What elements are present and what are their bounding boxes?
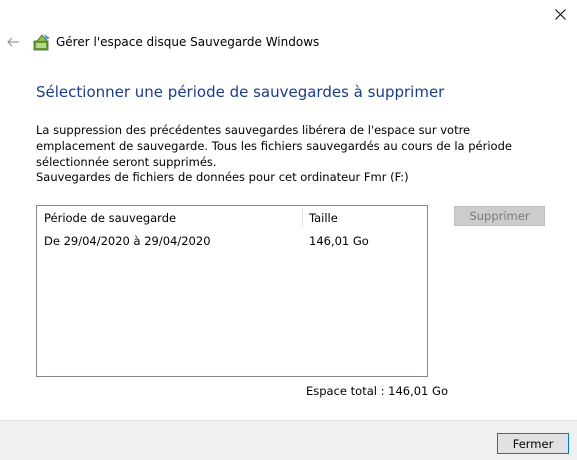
close-icon [554, 8, 566, 20]
footer-bar: Fermer [0, 420, 577, 460]
delete-button[interactable]: Supprimer [454, 206, 545, 226]
table-row[interactable]: De 29/04/2020 à 29/04/2020 146,01 Go [37, 232, 427, 252]
close-button[interactable]: Fermer [497, 433, 569, 454]
description-text: La suppression des précédentes sauvegard… [36, 123, 512, 169]
section-label: Sauvegardes de fichiers de données pour … [36, 170, 409, 184]
cell-size: 146,01 Go [309, 234, 369, 248]
column-divider[interactable] [302, 208, 303, 228]
backup-app-icon [33, 34, 50, 51]
list-header: Période de sauvegarde Taille [37, 206, 427, 230]
cell-period: De 29/04/2020 à 29/04/2020 [44, 234, 211, 248]
back-arrow-icon[interactable] [6, 35, 20, 49]
total-space-label: Espace total : 146,01 Go [306, 384, 448, 398]
column-header-size[interactable]: Taille [309, 211, 338, 225]
window-title: Gérer l'espace disque Sauvegarde Windows [56, 35, 320, 49]
column-header-period[interactable]: Période de sauvegarde [44, 211, 176, 225]
close-window-button[interactable] [543, 0, 577, 28]
backup-period-list[interactable]: Période de sauvegarde Taille De 29/04/20… [36, 205, 428, 377]
dialog-window: Gérer l'espace disque Sauvegarde Windows… [0, 0, 577, 460]
page-title: Sélectionner une période de sauvegardes … [36, 83, 445, 101]
